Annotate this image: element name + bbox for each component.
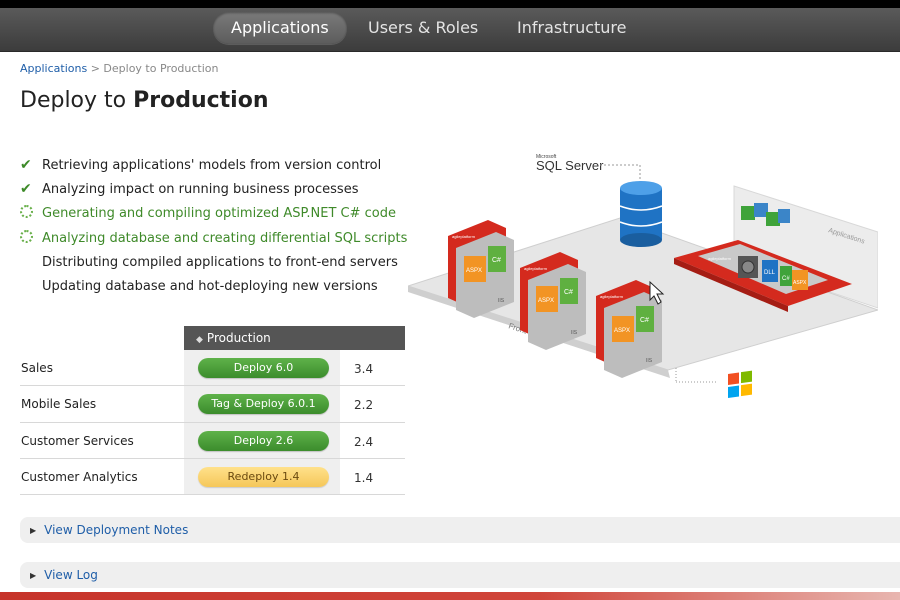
tab-users-roles[interactable]: Users & Roles [350, 12, 496, 44]
application-name: Sales [21, 361, 53, 375]
step-text: Distributing compiled applications to fr… [42, 254, 398, 270]
production-header-label: Production [206, 331, 271, 345]
windows-logo-icon [728, 370, 752, 398]
svg-text:ASPX: ASPX [538, 298, 554, 304]
tab-infrastructure[interactable]: Infrastructure [499, 12, 644, 44]
svg-text:C#: C# [492, 257, 501, 264]
application-name: Customer Analytics [21, 469, 138, 484]
svg-text:agileplatform: agileplatform [452, 234, 476, 239]
tab-applications[interactable]: Applications [213, 12, 347, 44]
application-name: Mobile Sales [21, 397, 97, 412]
svg-text:IIS: IIS [498, 298, 505, 304]
svg-text:IIS: IIS [571, 330, 578, 336]
step-text: Updating database and hot-deploying new … [42, 279, 378, 295]
server-node: ASPX C# agileplatform IIS [448, 220, 514, 318]
page-title: Deploy to Production [20, 88, 269, 113]
app-cube-icon [778, 209, 790, 223]
step-item: ✔ Retrieving applications' models from ve… [20, 153, 407, 177]
svg-text:C#: C# [564, 289, 573, 296]
deploy-button[interactable]: Deploy 6.0 [198, 358, 329, 378]
bottom-accent-bar [0, 592, 900, 600]
app-cube-icon [766, 212, 780, 226]
breadcrumb: Applications > Deploy to Production [20, 62, 219, 75]
expander-label: View Log [44, 568, 98, 582]
deployment-table: Sales Deploy 6.0 3.4 Mobile Sales Tag & … [20, 350, 405, 495]
step-text: Analyzing database and creating differen… [42, 230, 408, 246]
step-text: Analyzing impact on running business pro… [42, 181, 359, 197]
progress-spinner-icon [20, 205, 33, 219]
table-row: Sales Deploy 6.0 3.4 [20, 350, 405, 387]
top-strip [0, 0, 900, 8]
view-log-expander[interactable]: ▶ View Log [20, 562, 900, 588]
production-column-header: ◆ Production [184, 326, 405, 350]
top-navigation: Applications Users & Roles Infrastructur… [0, 8, 900, 52]
current-version: 2.4 [354, 434, 374, 449]
database-icon [619, 181, 663, 247]
page-title-prefix: Deploy to [20, 88, 127, 113]
table-row: Customer Analytics Redeploy 1.4 1.4 [20, 459, 405, 495]
svg-text:ASPX: ASPX [793, 280, 807, 286]
svg-text:agileplatform: agileplatform [708, 256, 732, 261]
svg-text:DLL: DLL [764, 270, 776, 276]
step-item: Analyzing database and creating differen… [20, 226, 407, 250]
redeploy-button[interactable]: Redeploy 1.4 [198, 466, 329, 487]
step-item: ✔ Analyzing impact on running business pr… [20, 177, 407, 201]
sql-server-label: SQL Server [536, 158, 604, 173]
step-item: Distributing compiled applications to fr… [20, 250, 407, 274]
current-version: 1.4 [354, 470, 374, 485]
application-name: Customer Services [21, 433, 134, 448]
tag-deploy-button[interactable]: Tag & Deploy 6.0.1 [198, 394, 329, 415]
view-deployment-notes-expander[interactable]: ▶ View Deployment Notes [20, 517, 900, 543]
check-icon: ✔ [20, 157, 32, 174]
check-icon: ✔ [20, 181, 32, 198]
svg-text:agileplatform: agileplatform [600, 294, 624, 299]
step-item: Generating and compiling optimized ASP.N… [20, 202, 407, 226]
expander-label: View Deployment Notes [44, 523, 189, 537]
svg-text:C#: C# [782, 276, 790, 282]
diamond-icon: ◆ [196, 335, 203, 345]
app-cube-icon [754, 203, 768, 217]
page-title-environment: Production [133, 88, 269, 113]
table-row: Mobile Sales Tag & Deploy 6.0.1 2.2 [20, 386, 405, 423]
breadcrumb-applications-link[interactable]: Applications [20, 62, 87, 75]
step-item: Updating database and hot-deploying new … [20, 274, 407, 298]
svg-text:ASPX: ASPX [614, 328, 630, 334]
breadcrumb-separator: > [90, 62, 100, 75]
svg-text:agileplatform: agileplatform [524, 266, 548, 271]
table-row: Customer Services Deploy 2.6 2.4 [20, 423, 405, 459]
current-version: 3.4 [354, 362, 374, 376]
breadcrumb-current: Deploy to Production [103, 62, 219, 75]
expand-triangle-icon: ▶ [30, 526, 37, 535]
svg-text:IIS: IIS [646, 358, 653, 364]
progress-spinner-icon [20, 229, 33, 243]
step-text: Generating and compiling optimized ASP.N… [42, 206, 396, 222]
app-cube-icon [741, 206, 755, 220]
svg-text:ASPX: ASPX [466, 268, 482, 274]
deployment-architecture-diagram: Applications Microsoft SQL Server Front-… [408, 154, 878, 398]
deployment-steps: ✔ Retrieving applications' models from ve… [20, 153, 407, 299]
svg-text:C#: C# [640, 317, 649, 324]
expand-triangle-icon: ▶ [30, 571, 37, 580]
server-node: ASPX C# agileplatform IIS [520, 252, 586, 350]
deploy-button[interactable]: Deploy 2.6 [198, 430, 329, 451]
current-version: 2.2 [354, 398, 374, 413]
step-text: Retrieving applications' models from ver… [42, 157, 382, 173]
